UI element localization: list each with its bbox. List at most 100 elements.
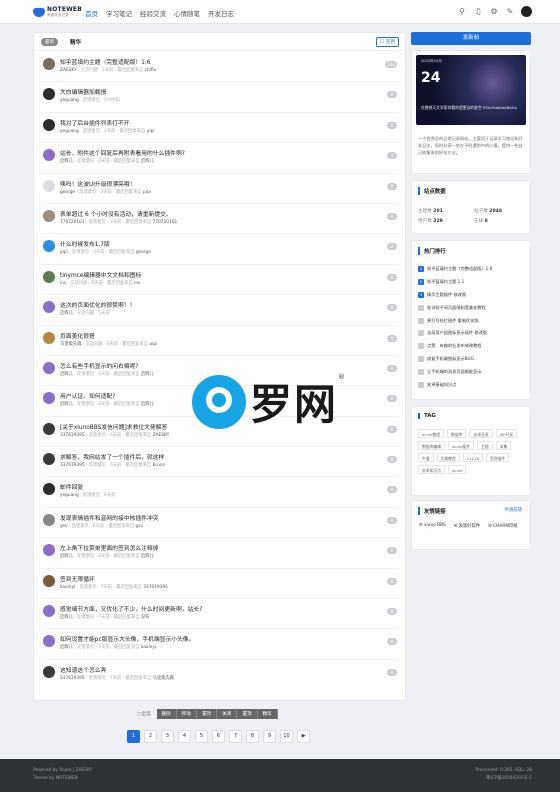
tag-item[interactable]: 数据库编辑 bbox=[418, 441, 445, 450]
friend-link[interactable]: ✉ 发现好软件 bbox=[454, 523, 480, 529]
thread-author-avatar[interactable] bbox=[43, 483, 55, 496]
thread-author[interactable]: yeguang bbox=[60, 493, 79, 498]
page-button[interactable]: 2 bbox=[144, 730, 157, 743]
tag-item[interactable]: xiuno教程 bbox=[418, 429, 445, 438]
thread-title[interactable]: 什么时候发布1.7版 bbox=[60, 239, 110, 248]
thread-last-replier[interactable]: 没有 bbox=[141, 615, 150, 620]
thread-last-replier[interactable]: ZAESKY bbox=[153, 433, 170, 438]
thread-author[interactable]: 337619395 bbox=[60, 463, 85, 468]
hot-item-title[interactable]: 修复手机端图标显示BUG bbox=[427, 356, 474, 362]
thread-title[interactable]: 用户认证。如何适配? bbox=[60, 391, 115, 400]
thread-row[interactable]: 页面美化很搭 马里奥先森 · 交流问题 · 6天前 · 最后回复来自 pipi … bbox=[34, 326, 405, 357]
friend-link[interactable]: ✉ xiuno BBS bbox=[419, 523, 446, 529]
thread-title[interactable]: 左上角下拉菜单里面的签到怎么注释掉 bbox=[60, 543, 159, 552]
tag-item[interactable]: xiuno bbox=[447, 465, 467, 474]
thread-author-avatar[interactable] bbox=[43, 240, 55, 253]
search-icon[interactable]: ⚲ bbox=[457, 7, 467, 17]
thread-author[interactable]: kaxinyi bbox=[60, 585, 75, 590]
tag-item[interactable]: 采集 bbox=[495, 441, 512, 450]
thread-author[interactable]: ins bbox=[60, 281, 66, 286]
thread-author[interactable]: yeguang bbox=[60, 98, 79, 103]
thread-author-avatar[interactable] bbox=[43, 118, 55, 131]
thread-author-avatar[interactable] bbox=[43, 331, 55, 344]
thread-title[interactable]: 咦吗！这波UI升级很漂亮哦！ bbox=[60, 179, 136, 188]
page-button[interactable]: 6 bbox=[212, 730, 225, 743]
tag-item[interactable]: JSP开发 bbox=[495, 429, 518, 438]
thread-title[interactable]: 发现表情插件和音网的接中核插件冲突 bbox=[60, 513, 159, 522]
thread-author-avatar[interactable] bbox=[43, 392, 55, 405]
thread-row[interactable]: 邮件回复 yeguang · 反馈意见 · 6天前 0 bbox=[34, 477, 405, 509]
thread-row[interactable]: 咦吗！这波UI升级很漂亮哦！ george · 反馈意见 · 3天前 · 最后回… bbox=[34, 174, 405, 205]
tag-item[interactable]: 牛逼 bbox=[418, 453, 434, 462]
hot-item-title[interactable]: 精华主题插件 修改版 bbox=[427, 292, 466, 298]
thread-title[interactable]: 页面美化很搭 bbox=[60, 331, 95, 340]
top-button-2[interactable]: 置顶 bbox=[237, 709, 258, 719]
hot-item[interactable]: 点赞、有趣的社发布修改教程 bbox=[418, 340, 526, 353]
thread-last-replier[interactable]: 337619395 bbox=[143, 585, 168, 590]
thread-author-avatar[interactable] bbox=[43, 209, 55, 222]
tag-item[interactable]: 签到插件 bbox=[485, 453, 510, 462]
page-button[interactable]: 4 bbox=[178, 730, 191, 743]
thread-author-avatar[interactable] bbox=[43, 301, 55, 314]
thread-row[interactable]: 求解答，我网站发了一个插件后，就这样 337619395 · 反馈意见 · 6天… bbox=[34, 447, 405, 478]
hot-item-title[interactable]: 点赞、有趣的社发布修改教程 bbox=[427, 343, 481, 349]
site-logo[interactable]: NOTEWEB 养极风的记录 bbox=[33, 7, 82, 17]
tag-item[interactable]: 主题 bbox=[477, 441, 493, 450]
thread-author[interactable]: 启辉儿 bbox=[60, 615, 73, 620]
thread-last-replier[interactable]: 启辉儿 bbox=[141, 554, 154, 559]
thread-author[interactable]: pipi bbox=[60, 250, 68, 255]
thread-last-replier[interactable]: 启辉儿 bbox=[141, 402, 154, 407]
thread-last-replier[interactable]: gsv bbox=[136, 524, 144, 529]
thread-last-replier[interactable]: bruce bbox=[153, 463, 165, 468]
move-button[interactable]: 移动 bbox=[176, 709, 197, 719]
tag-item[interactable]: xiuno插件 bbox=[447, 441, 475, 450]
thread-row[interactable]: 感觉细节方面，又优化了不少，什么时间更新啊，站长? 启辉儿 · 反馈意见 · 7… bbox=[34, 599, 405, 630]
hot-item[interactable]: 让手机端的消息页面都能显示 bbox=[418, 365, 526, 378]
thread-title[interactable]: 我对了后台插件列表打不开 bbox=[60, 118, 130, 127]
nav-notes[interactable]: 学习笔记 bbox=[106, 8, 132, 18]
page-button[interactable]: 5 bbox=[195, 730, 208, 743]
thread-last-replier[interactable]: 启辉儿 bbox=[141, 372, 154, 377]
thread-author[interactable]: 启辉儿 bbox=[60, 645, 73, 650]
sign-in-button[interactable]: ☐ 签到 bbox=[376, 37, 399, 47]
thread-author[interactable]: 马里奥先森 bbox=[60, 342, 81, 347]
thread-row[interactable]: 表单超过 6 个小时没有活动，请重新提交。 770720101 · 反馈意见 ·… bbox=[34, 204, 405, 235]
page-button[interactable]: 8 bbox=[246, 730, 259, 743]
thread-author-avatar[interactable] bbox=[43, 361, 55, 374]
hot-item-title[interactable]: 知乎蓝填约主题 1.1 bbox=[427, 279, 464, 285]
thread-last-replier[interactable]: 770720101 bbox=[153, 220, 178, 225]
thread-row[interactable]: 大白编辑器加载慢 yeguang · 反馈意见 · 5小时前 0 bbox=[34, 82, 405, 114]
thread-last-replier[interactable]: 启辉儿 bbox=[141, 159, 154, 164]
thread-title[interactable]: [关于xiunoBBS发信问题]求救位大佬解答 bbox=[60, 422, 167, 431]
tab-latest[interactable]: 最新 bbox=[41, 38, 59, 46]
page-button[interactable]: 9 bbox=[263, 730, 276, 743]
tab-essence[interactable]: 精华 bbox=[70, 38, 81, 46]
hot-item[interactable]: 更灯号帖栏插件 重制优化版 bbox=[418, 314, 526, 327]
thread-row[interactable]: tinymce编辑器中文文档和图标 ins · 交流问题 · 5天前 · 最后回… bbox=[34, 265, 405, 296]
thread-title[interactable]: 这知道这个怎么弄 bbox=[60, 665, 106, 674]
tag-item[interactable]: 数据库 bbox=[447, 429, 467, 438]
thread-title[interactable]: 大白编辑器加载慢 bbox=[60, 87, 106, 96]
bell-icon[interactable]: ♫ bbox=[473, 7, 483, 17]
thread-author-avatar[interactable] bbox=[43, 88, 55, 101]
thread-author[interactable]: 启辉儿 bbox=[60, 311, 73, 316]
thread-last-replier[interactable]: pipi bbox=[147, 129, 155, 134]
page-button[interactable]: 1 bbox=[127, 730, 140, 743]
thread-title[interactable]: 怎么有些手机显示的问右偏呢? bbox=[60, 361, 138, 370]
hot-item-title[interactable]: 知乎蓝填约主题（完整适配版）1.6 bbox=[427, 266, 492, 272]
hot-item[interactable]: 安卓基础知识点 bbox=[418, 378, 526, 391]
edit-icon[interactable]: ✎ bbox=[505, 7, 515, 17]
hot-item-title[interactable]: 帖详帖子间页面限制宽美化教程 bbox=[427, 305, 486, 311]
thread-author[interactable]: gsv bbox=[60, 524, 68, 529]
hot-item[interactable]: 1 知乎蓝填约主题（完整适配版）1.6 bbox=[418, 263, 526, 276]
thread-author[interactable]: 启辉儿 bbox=[60, 159, 73, 164]
thread-author-avatar[interactable] bbox=[43, 605, 55, 618]
tag-item[interactable]: 安卓知识点 bbox=[418, 465, 445, 474]
thread-last-replier[interactable]: pipi bbox=[143, 190, 151, 195]
select-all-checkbox[interactable]: ▢全选 bbox=[137, 711, 151, 717]
page-button[interactable]: 7 bbox=[229, 730, 242, 743]
thread-author[interactable]: ZAESKY bbox=[60, 68, 77, 73]
thread-row[interactable]: 左上角下拉菜单里面的签到怎么注释掉 启辉儿 · 反馈意见 · 6天前 · 最后回… bbox=[34, 538, 405, 570]
thread-author[interactable]: yeguang bbox=[60, 129, 79, 134]
essence-button[interactable]: 精华 bbox=[257, 709, 278, 719]
